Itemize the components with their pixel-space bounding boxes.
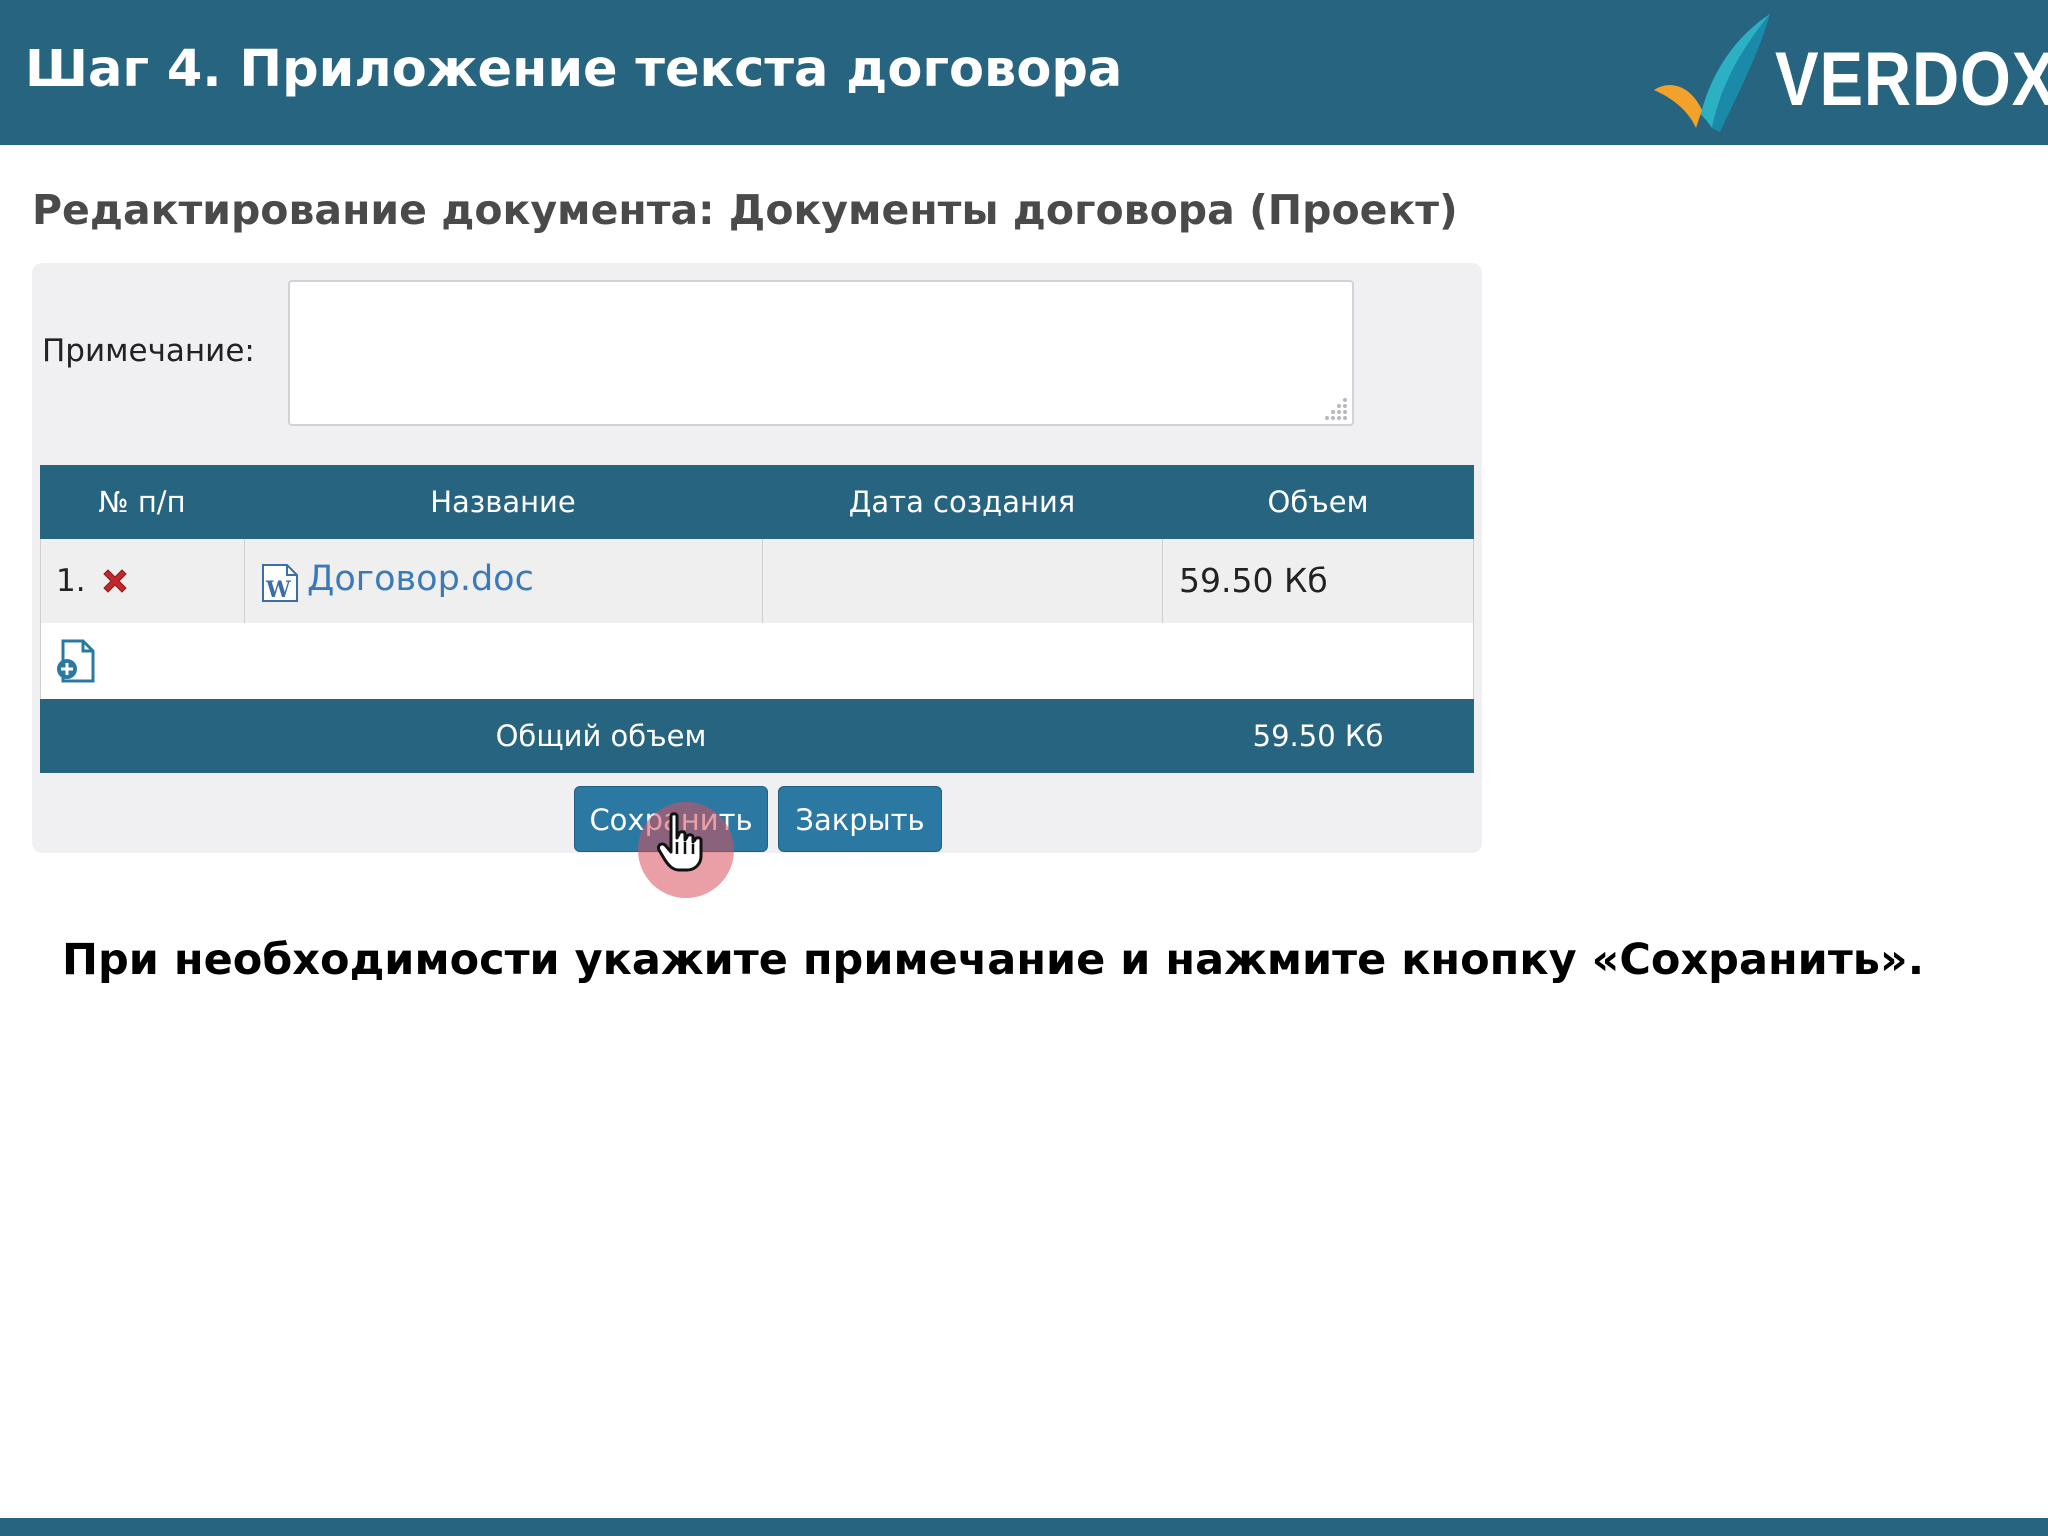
svg-text:W: W bbox=[265, 577, 291, 603]
documents-table: № п/п Название Дата создания Объем 1. W … bbox=[40, 465, 1474, 773]
file-size: 59.50 Кб bbox=[1179, 561, 1328, 600]
header-banner: Шаг 4. Приложение текста договора VERDOX bbox=[0, 0, 2048, 145]
column-header-name: Название bbox=[430, 485, 576, 519]
logo-text: VERDOX bbox=[1775, 37, 2048, 122]
total-label: Общий объем bbox=[495, 719, 707, 753]
page-title: Редактирование документа: Документы дого… bbox=[32, 186, 1458, 234]
cell-size: 59.50 Кб bbox=[1163, 539, 1473, 623]
row-number: 1. bbox=[56, 563, 86, 599]
instruction-text: При необходимости укажите примечание и н… bbox=[62, 935, 1925, 985]
verdox-logo-mark-icon bbox=[1654, 14, 1770, 132]
table-row: 1. W Договор.doc 59.50 Кб bbox=[40, 539, 1474, 624]
step-title: Шаг 4. Приложение текста договора bbox=[25, 40, 1123, 99]
add-file-icon[interactable] bbox=[55, 639, 95, 683]
resize-grip-icon[interactable] bbox=[1325, 396, 1349, 420]
column-header-size: Объем bbox=[1267, 485, 1369, 519]
cell-name: W Договор.doc bbox=[245, 539, 763, 623]
file-link[interactable]: Договор.doc bbox=[307, 559, 534, 599]
word-doc-icon: W bbox=[262, 564, 298, 603]
cell-number: 1. bbox=[41, 539, 245, 623]
total-size: 59.50 Кб bbox=[1252, 719, 1384, 753]
table-footer: Общий объем 59.50 Кб bbox=[40, 699, 1474, 773]
note-label: Примечание: bbox=[42, 333, 255, 369]
add-file-row bbox=[40, 623, 1474, 699]
edit-document-panel: Примечание: № п/п Название Дата создания… bbox=[32, 263, 1482, 853]
column-header-created: Дата создания bbox=[848, 485, 1076, 519]
column-header-number: № п/п bbox=[98, 485, 186, 519]
table-header: № п/п Название Дата создания Объем bbox=[40, 465, 1474, 539]
bottom-bar bbox=[0, 1518, 2048, 1536]
close-button[interactable]: Закрыть bbox=[778, 786, 942, 852]
note-textarea[interactable] bbox=[288, 280, 1354, 426]
cell-created bbox=[763, 539, 1163, 623]
verdox-logo: VERDOX bbox=[1650, 10, 2048, 135]
hand-pointer-icon bbox=[657, 812, 703, 872]
delete-icon[interactable] bbox=[99, 565, 131, 597]
